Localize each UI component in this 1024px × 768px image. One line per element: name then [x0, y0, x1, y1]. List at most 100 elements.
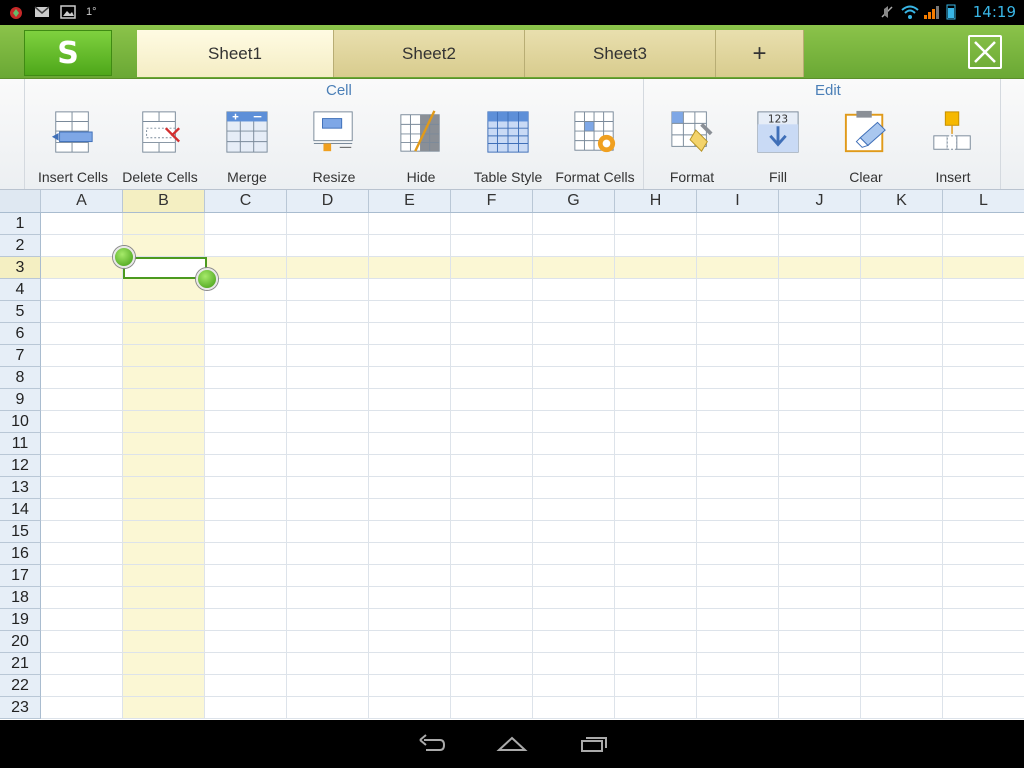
cell[interactable]	[123, 301, 205, 323]
cell[interactable]	[943, 697, 1024, 719]
row-header[interactable]: 12	[0, 455, 41, 477]
cell[interactable]	[123, 631, 205, 653]
cell[interactable]	[369, 213, 451, 235]
cell[interactable]	[615, 631, 697, 653]
cell[interactable]	[533, 521, 615, 543]
cell[interactable]	[205, 323, 287, 345]
cell[interactable]	[369, 345, 451, 367]
cell[interactable]	[533, 213, 615, 235]
cell[interactable]	[943, 587, 1024, 609]
cell[interactable]	[287, 235, 369, 257]
row-header[interactable]: 15	[0, 521, 41, 543]
column-header[interactable]: H	[615, 190, 697, 212]
cell[interactable]	[287, 301, 369, 323]
cell[interactable]	[861, 499, 943, 521]
cell[interactable]	[615, 345, 697, 367]
cell[interactable]	[287, 433, 369, 455]
row-header[interactable]: 6	[0, 323, 41, 345]
cell[interactable]	[287, 477, 369, 499]
cell[interactable]	[943, 235, 1024, 257]
cell[interactable]	[697, 389, 779, 411]
resize-button[interactable]: Resize	[291, 109, 377, 185]
column-header[interactable]: G	[533, 190, 615, 212]
cell[interactable]	[861, 653, 943, 675]
cell[interactable]	[779, 631, 861, 653]
cell[interactable]	[615, 543, 697, 565]
cell[interactable]	[451, 543, 533, 565]
cell[interactable]	[943, 433, 1024, 455]
cell[interactable]	[205, 235, 287, 257]
cell[interactable]	[697, 499, 779, 521]
cell[interactable]	[41, 675, 123, 697]
cell[interactable]	[779, 499, 861, 521]
cell[interactable]	[41, 455, 123, 477]
fill-button[interactable]: 123 Fill	[735, 109, 821, 185]
cell[interactable]	[861, 565, 943, 587]
tab-sheet3[interactable]: Sheet3	[525, 30, 716, 77]
cell[interactable]	[533, 543, 615, 565]
row-header[interactable]: 19	[0, 609, 41, 631]
cell[interactable]	[369, 323, 451, 345]
cell[interactable]	[943, 279, 1024, 301]
cell[interactable]	[779, 565, 861, 587]
cell[interactable]	[123, 345, 205, 367]
insert-cells-button[interactable]: Insert Cells	[30, 109, 116, 185]
cell[interactable]	[861, 609, 943, 631]
cell[interactable]	[369, 675, 451, 697]
cell[interactable]	[123, 499, 205, 521]
cell[interactable]	[123, 653, 205, 675]
cell[interactable]	[451, 433, 533, 455]
cell[interactable]	[205, 631, 287, 653]
cell[interactable]	[369, 609, 451, 631]
cell[interactable]	[861, 257, 943, 279]
cell[interactable]	[41, 543, 123, 565]
cell[interactable]	[615, 235, 697, 257]
cell[interactable]	[451, 631, 533, 653]
cell[interactable]	[943, 213, 1024, 235]
cell[interactable]	[943, 631, 1024, 653]
cell[interactable]	[861, 389, 943, 411]
cell[interactable]	[779, 301, 861, 323]
column-header[interactable]: L	[943, 190, 1024, 212]
add-sheet-button[interactable]: +	[716, 30, 804, 77]
cell[interactable]	[205, 301, 287, 323]
cell[interactable]	[533, 433, 615, 455]
cell[interactable]	[943, 521, 1024, 543]
cell[interactable]	[861, 213, 943, 235]
cell[interactable]	[779, 367, 861, 389]
cell[interactable]	[943, 367, 1024, 389]
row-header[interactable]: 23	[0, 697, 41, 719]
cell[interactable]	[697, 279, 779, 301]
cell[interactable]	[533, 565, 615, 587]
home-button[interactable]	[496, 732, 528, 756]
cell[interactable]	[533, 389, 615, 411]
cell[interactable]	[779, 521, 861, 543]
cell[interactable]	[287, 653, 369, 675]
cell[interactable]	[779, 653, 861, 675]
cell[interactable]	[205, 455, 287, 477]
cell[interactable]	[861, 279, 943, 301]
cell[interactable]	[861, 587, 943, 609]
cell[interactable]	[697, 675, 779, 697]
cell[interactable]	[123, 609, 205, 631]
cell[interactable]	[697, 235, 779, 257]
cell[interactable]	[287, 257, 369, 279]
cell[interactable]	[451, 609, 533, 631]
cell[interactable]	[533, 455, 615, 477]
cell[interactable]	[369, 521, 451, 543]
column-header[interactable]: E	[369, 190, 451, 212]
cell[interactable]	[41, 257, 123, 279]
column-header[interactable]: C	[205, 190, 287, 212]
close-button[interactable]	[968, 35, 1002, 69]
tab-sheet2[interactable]: Sheet2	[334, 30, 525, 77]
cell[interactable]	[451, 521, 533, 543]
row-header[interactable]: 1	[0, 213, 41, 235]
cell[interactable]	[205, 477, 287, 499]
cell[interactable]	[533, 697, 615, 719]
cell[interactable]	[451, 411, 533, 433]
insert-button[interactable]: Insert	[910, 109, 996, 185]
cell[interactable]	[451, 565, 533, 587]
cell[interactable]	[369, 279, 451, 301]
cell[interactable]	[779, 389, 861, 411]
cell[interactable]	[123, 367, 205, 389]
